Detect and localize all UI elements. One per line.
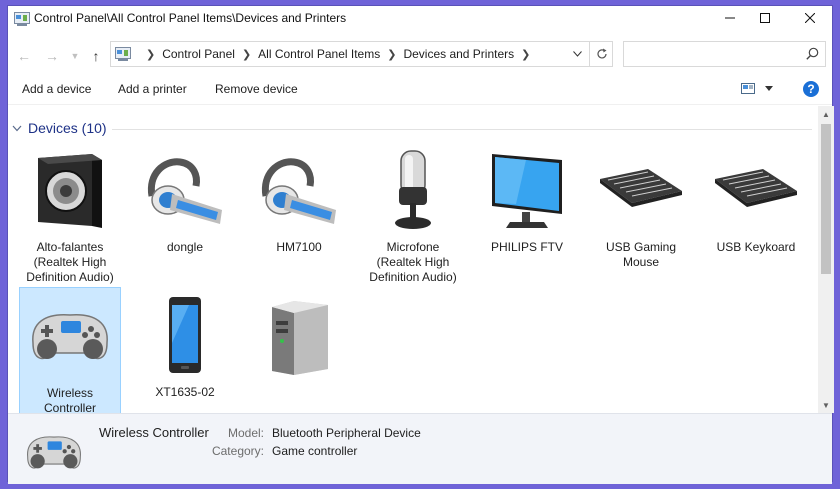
arrow-up-icon: ↑: [92, 48, 100, 64]
device-tile[interactable]: dongle: [134, 142, 236, 270]
group-header[interactable]: Devices (10): [12, 120, 107, 136]
keyboard-icon: [600, 169, 682, 207]
refresh-button[interactable]: [589, 42, 614, 66]
vertical-scrollbar[interactable]: ▲ ▼: [818, 106, 834, 413]
add-device-button[interactable]: Add a device: [22, 82, 91, 96]
chevron-right-icon[interactable]: ❯: [387, 48, 396, 61]
device-label: PHILIPS FTV: [490, 240, 564, 254]
window-title: Control Panel\All Control Panel Items\De…: [34, 11, 347, 25]
device-tile[interactable]: USB Keykoard: [705, 142, 807, 270]
device-label: USB Gaming Mouse: [605, 240, 677, 269]
device-label: XT1635-02: [155, 385, 215, 399]
device-list: Devices (10) Alto-falantes (Realtek High…: [8, 106, 818, 413]
device-tile[interactable]: XT1635-02: [134, 287, 236, 413]
arrow-right-icon: →: [45, 48, 59, 64]
computer-icon: [272, 301, 328, 375]
breadcrumb-devices-printers[interactable]: Devices and Printers: [403, 47, 514, 61]
remove-device-button[interactable]: Remove device: [215, 82, 298, 96]
device-tile[interactable]: Microfone (Realtek High Definition Audio…: [362, 142, 464, 284]
chevron-right-icon[interactable]: ❯: [521, 48, 530, 61]
device-tile-selected[interactable]: Wireless Controller: [19, 287, 121, 413]
gamepad-icon: [27, 436, 81, 469]
help-button[interactable]: ?: [803, 81, 819, 97]
address-dropdown-button[interactable]: [565, 42, 589, 66]
control-panel-icon: [115, 47, 131, 61]
view-icon: [741, 83, 755, 94]
headset-icon: [147, 158, 222, 224]
chevron-right-icon[interactable]: ❯: [242, 48, 251, 61]
minimize-icon: [725, 17, 735, 19]
minimize-button[interactable]: [710, 6, 750, 30]
monitor-icon: [492, 154, 562, 228]
device-label: dongle: [166, 240, 204, 254]
details-category-label: Category:: [211, 444, 264, 458]
device-tile[interactable]: PHILIPS FTV: [476, 142, 578, 270]
search-input[interactable]: [623, 41, 826, 67]
recent-locations-button[interactable]: ▼: [68, 46, 82, 66]
chevron-down-icon: [12, 125, 22, 132]
details-category-value: Game controller: [272, 444, 358, 458]
title-bar: Control Panel\All Control Panel Items\De…: [8, 6, 832, 32]
search-icon: [806, 47, 819, 60]
details-pane: Wireless Controller Model: Bluetooth Per…: [8, 413, 832, 484]
command-bar: Add a device Add a printer Remove device: [8, 76, 832, 102]
breadcrumb-all-items[interactable]: All Control Panel Items: [258, 47, 380, 61]
device-label: USB Keykoard: [716, 240, 796, 254]
divider: [8, 104, 832, 105]
devices-and-printers-window: Control Panel\All Control Panel Items\De…: [7, 5, 834, 484]
headset-icon: [261, 158, 336, 224]
divider: [112, 129, 812, 130]
maximize-button[interactable]: [745, 6, 785, 30]
maximize-icon: [760, 13, 770, 23]
device-label: HM7100: [276, 240, 322, 254]
scrollbar-thumb[interactable]: [821, 124, 831, 274]
device-label: Wireless Controller: [43, 386, 97, 413]
address-bar[interactable]: ❯ Control Panel ❯ All Control Panel Item…: [110, 41, 613, 67]
breadcrumb-control-panel[interactable]: Control Panel: [162, 47, 235, 61]
device-tile[interactable]: [248, 287, 350, 413]
group-title: Devices (10): [28, 120, 107, 136]
device-label: Alto-falantes (Realtek High Definition A…: [26, 240, 114, 284]
chevron-down-icon: ▼: [70, 51, 80, 61]
control-panel-icon: [14, 12, 30, 26]
back-button[interactable]: ←: [14, 46, 34, 66]
details-device-name: Wireless Controller: [99, 425, 209, 440]
scroll-up-button[interactable]: ▲: [818, 106, 834, 122]
scroll-down-button[interactable]: ▼: [818, 397, 834, 413]
close-button[interactable]: [790, 6, 830, 30]
chevron-down-icon: [765, 86, 773, 91]
close-icon: [805, 13, 815, 23]
add-printer-button[interactable]: Add a printer: [118, 82, 187, 96]
device-tile[interactable]: Alto-falantes (Realtek High Definition A…: [19, 142, 121, 284]
forward-button[interactable]: →: [42, 46, 62, 66]
keyboard-icon: [715, 169, 797, 207]
triangle-up-icon: ▲: [822, 109, 830, 119]
chevron-down-icon: [572, 51, 582, 57]
speaker-icon: [38, 154, 102, 228]
chevron-right-icon[interactable]: ❯: [146, 48, 155, 61]
change-view-button[interactable]: [741, 83, 773, 94]
device-label: Microfone (Realtek High Definition Audio…: [369, 240, 457, 284]
arrow-left-icon: ←: [17, 48, 31, 64]
gamepad-icon: [32, 314, 108, 360]
details-model-label: Model:: [227, 426, 264, 440]
phone-icon: [169, 297, 201, 373]
details-model-value: Bluetooth Peripheral Device: [272, 426, 421, 440]
up-button[interactable]: ↑: [86, 46, 106, 66]
microphone-icon: [395, 150, 431, 229]
refresh-icon: [597, 48, 607, 59]
device-tile[interactable]: USB Gaming Mouse: [590, 142, 692, 270]
device-tile[interactable]: HM7100: [248, 142, 350, 270]
triangle-down-icon: ▼: [822, 400, 830, 410]
